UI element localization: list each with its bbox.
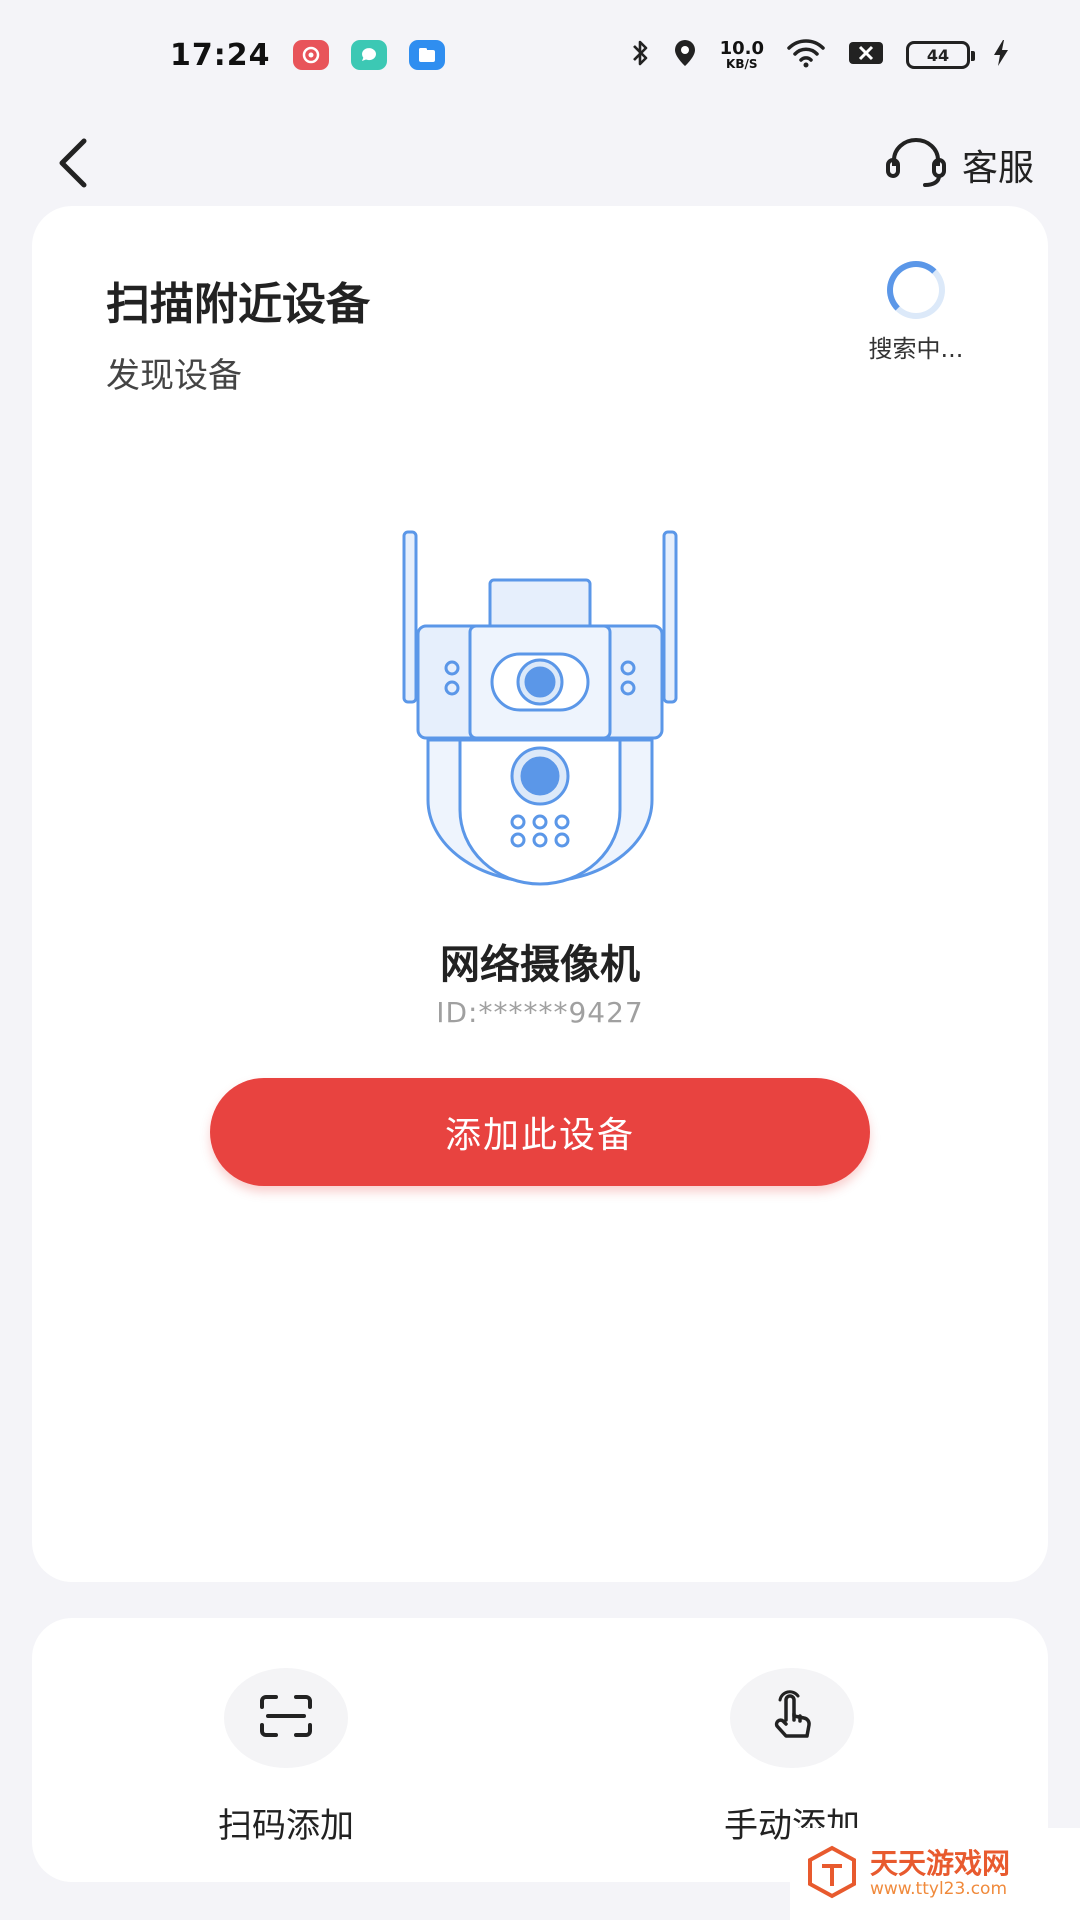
manual-add-circle [730, 1668, 854, 1768]
scan-add-circle [224, 1668, 348, 1768]
net-speed-value: 10.0 [719, 38, 764, 59]
net-speed: 10.0 KB/S [719, 38, 764, 71]
device-name: 网络摄像机 [440, 942, 640, 988]
watermark-url: www.ttyl23.com [870, 1879, 1008, 1900]
status-right: 10.0 KB/S 44 [630, 38, 1010, 72]
searching-label: 搜索中... [868, 335, 964, 363]
searching-indicator: 搜索中... [856, 261, 976, 364]
add-device-button[interactable]: 添加此设备 [210, 1078, 870, 1186]
scan-title: 扫描附近设备 [106, 279, 370, 330]
watermark-title: 天天游戏网 [870, 1847, 1011, 1881]
blue-folder-app-icon [408, 40, 445, 70]
manual-add-option[interactable]: 手动添加 [672, 1668, 912, 1847]
red-app-icon [292, 40, 329, 70]
site-watermark: 天天游戏网 www.ttyl23.com [790, 1828, 1080, 1920]
customer-service-button[interactable]: 客服 [884, 138, 1034, 192]
scan-add-option[interactable]: 扫码添加 [166, 1668, 406, 1847]
device-id: ID:******9427 [436, 996, 644, 1029]
scan-card: 扫描附近设备 发现设备 搜索中... 网络摄像机 ID:******9427 添… [32, 206, 1048, 1582]
charging-icon [992, 38, 1010, 72]
watermark-text: 天天游戏网 www.ttyl23.com [870, 1847, 1011, 1900]
hand-tap-icon [766, 1690, 818, 1746]
status-left: 17:24 [170, 38, 445, 73]
teal-chat-app-icon [350, 40, 387, 70]
loading-spinner-icon [887, 261, 945, 319]
headset-icon [884, 138, 948, 192]
location-icon [672, 38, 698, 72]
battery-indicator: 44 [906, 41, 975, 69]
watermark-logo-icon [804, 1844, 860, 1904]
back-button[interactable] [54, 135, 104, 195]
header: 客服 [0, 110, 1080, 220]
net-speed-unit: KB/S [726, 57, 758, 71]
customer-service-label: 客服 [961, 148, 1034, 189]
status-time: 17:24 [170, 37, 271, 73]
scan-frame-icon [258, 1693, 314, 1743]
sim-off-icon [848, 40, 884, 70]
dual-lens-camera-icon [400, 526, 680, 886]
scan-subtitle: 发现设备 [106, 356, 242, 396]
status-bar: 17:24 10.0 KB/S 44 [0, 0, 1080, 110]
back-arrow-icon [54, 137, 90, 193]
scan-add-label: 扫码添加 [218, 1806, 354, 1846]
bluetooth-icon [630, 38, 650, 72]
wifi-icon [786, 38, 826, 72]
